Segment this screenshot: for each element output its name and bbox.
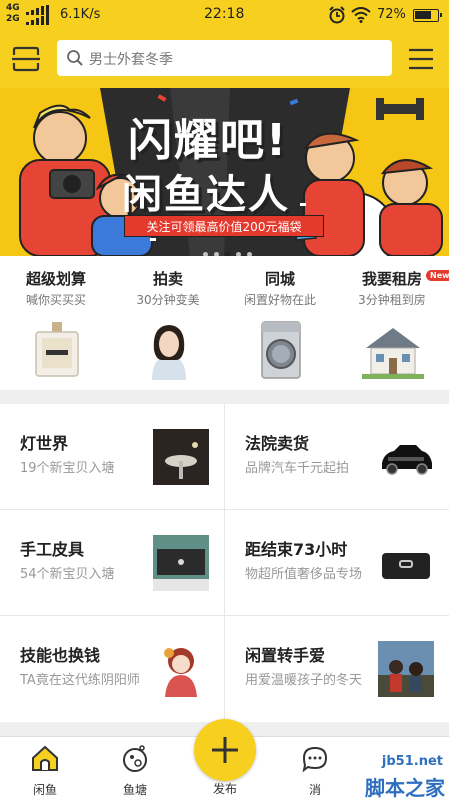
banner-ribbon: 关注可领最高价值200元福袋 (124, 215, 324, 237)
category-subtitle: 3分钟租到房 (358, 293, 426, 307)
handbag-thumbnail (382, 553, 430, 579)
network-speed: 6.1K/s (60, 7, 101, 22)
tab-home[interactable]: 闲鱼 (0, 737, 90, 800)
wifi-icon (351, 7, 371, 23)
alarm-icon (329, 6, 345, 24)
topic-title: 法院卖货 (245, 434, 310, 453)
category-subtitle: 喊你买买买 (25, 293, 86, 307)
promo-banner[interactable]: 闪耀吧! 闲鱼达人 关注可领最高价值200元福袋 (0, 88, 449, 256)
topic-subtitle: 物超所值奢侈品专场 (245, 567, 363, 582)
network-type: 4G 2G (6, 3, 20, 24)
topic-luxury-countdown[interactable]: 距结束73小时 物超所值奢侈品专场 (225, 510, 449, 616)
home-icon (32, 745, 58, 771)
tab-label: 鱼塘 (122, 783, 147, 797)
topic-title: 手工皮具 (20, 540, 85, 559)
new-badge: New (426, 270, 449, 281)
topic-subtitle: 19个新宝贝入塘 (20, 461, 115, 476)
category-super-deal[interactable]: 超级划算 喊你买买买 (0, 256, 112, 390)
topic-title: 闲置转手爱 (245, 646, 326, 665)
topic-court-sale[interactable]: 法院卖货 品牌汽车千元起拍 (225, 404, 449, 510)
category-title: 超级划算 (25, 270, 86, 288)
topic-subtitle: 品牌汽车千元起拍 (245, 461, 350, 476)
banner-title-line1: 闪耀吧! (128, 115, 289, 166)
publish-button[interactable] (194, 719, 256, 781)
tab-label: 闲鱼 (32, 783, 57, 797)
topic-subtitle: 54个新宝贝入塘 (20, 567, 115, 582)
search-icon (67, 50, 83, 66)
lamp-thumbnail (153, 429, 209, 485)
leather-wallet-thumbnail (153, 535, 209, 591)
category-title: 同城 (264, 270, 295, 288)
grid-divider (0, 615, 449, 616)
topic-charity-resale[interactable]: 闲置转手爱 用爱温暖孩子的冬天 (225, 616, 449, 722)
scan-icon[interactable] (12, 46, 40, 72)
category-local[interactable]: 同城 闲置好物在此 (224, 256, 336, 390)
publish-label: 发布 (212, 782, 237, 796)
car-thumbnail (382, 445, 432, 475)
category-title: 拍卖 (152, 270, 183, 288)
topic-title: 灯世界 (20, 434, 69, 453)
category-strip: 超级划算 喊你买买买 拍卖 30分钟变美 同城 闲置好物在此 我要租房 3分钟租… (0, 256, 449, 390)
topic-title: 距结束73小时 (245, 540, 348, 559)
topic-skill-exchange[interactable]: 技能也换钱 TA竟在这代练阴阳师 (0, 616, 224, 722)
topic-leather-craft[interactable]: 手工皮具 54个新宝贝入塘 (0, 510, 224, 616)
children-photo-thumbnail (378, 641, 434, 697)
plus-icon (212, 737, 238, 763)
clock: 22:18 (204, 6, 245, 22)
watermark-name: 脚本之家 (365, 776, 445, 800)
battery-percent: 72% (377, 7, 406, 22)
watermark-url: jb51.net (381, 754, 443, 769)
topic-subtitle: TA竟在这代练阴阳师 (20, 673, 140, 688)
pond-icon (123, 745, 147, 772)
washing-machine-image (261, 321, 301, 379)
house-image (362, 328, 424, 379)
menu-icon[interactable] (408, 47, 434, 71)
search-placeholder: 男士外套冬季 (89, 52, 173, 68)
search-input[interactable]: 男士外套冬季 (57, 40, 392, 76)
category-subtitle: 闲置好物在此 (243, 293, 316, 307)
topic-subtitle: 用爱温暖孩子的冬天 (245, 673, 363, 688)
anime-character-thumbnail (164, 648, 197, 697)
category-subtitle: 30分钟变美 (136, 293, 200, 307)
signal-icon (26, 5, 49, 25)
status-bar: 4G 2G 6.1K/s 22:18 72% (0, 0, 449, 30)
carousel-indicator (200, 242, 260, 256)
topic-lighting[interactable]: 灯世界 19个新宝贝入塘 (0, 404, 224, 510)
banner-title-line2: 闲鱼达人 (122, 172, 290, 218)
perfume-bottle-image (35, 322, 79, 377)
grid-divider (224, 404, 225, 722)
grid-divider (0, 509, 449, 510)
app-header: 男士外套冬季 (0, 30, 449, 88)
category-auction[interactable]: 拍卖 30分钟变美 (112, 256, 224, 390)
site-watermark: jb51.net 脚本之家 (306, 750, 449, 800)
woman-portrait-image (152, 325, 186, 380)
tab-pond[interactable]: 鱼塘 (90, 737, 180, 800)
battery-icon (413, 9, 442, 22)
topic-title: 技能也换钱 (20, 646, 101, 665)
